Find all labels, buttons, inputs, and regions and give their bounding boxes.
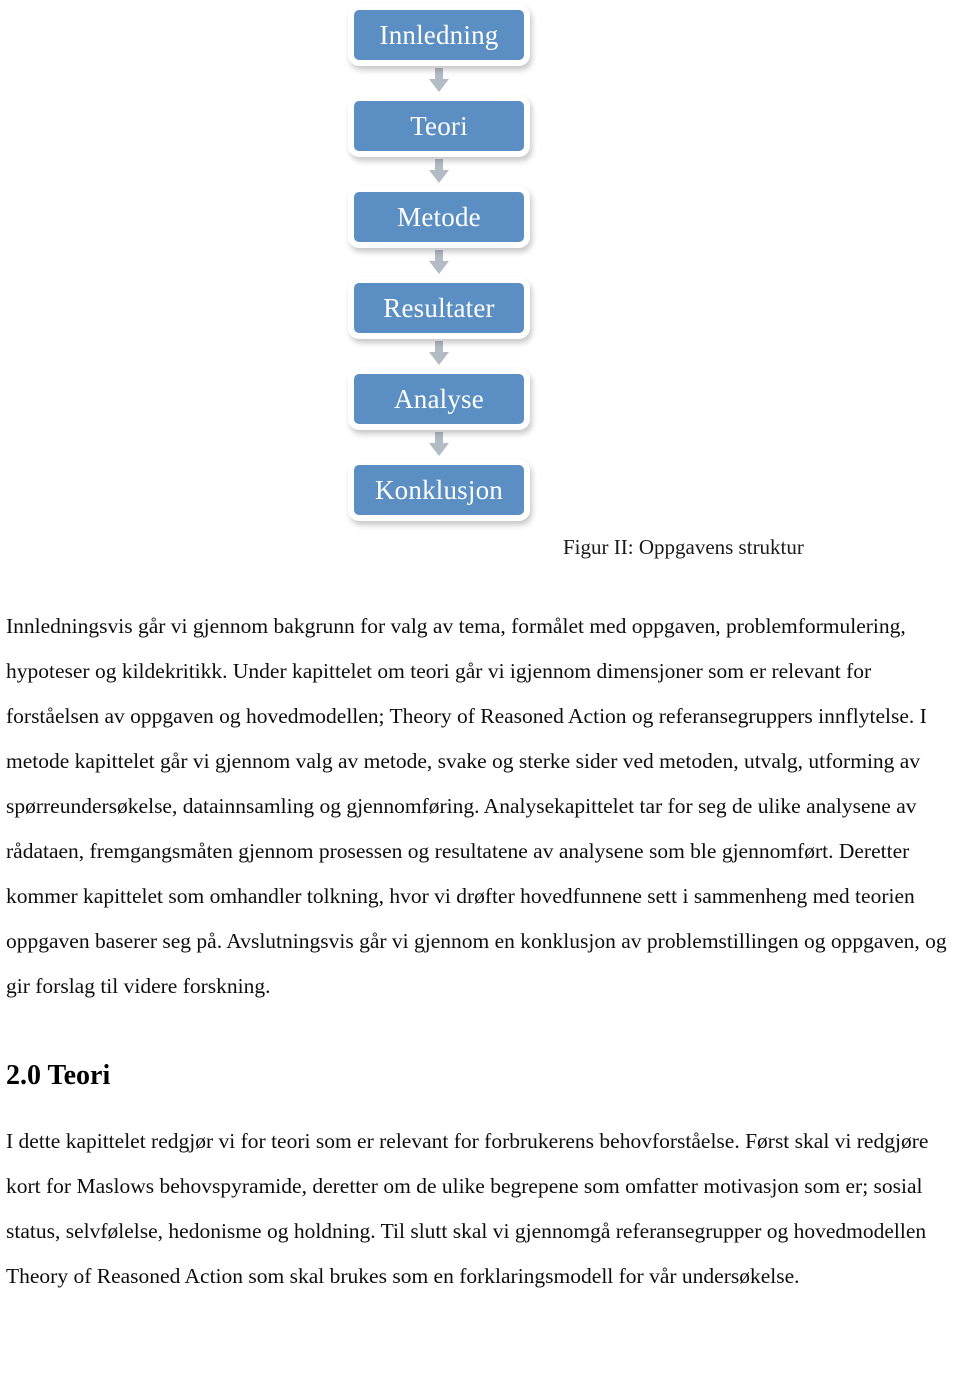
paragraph-teori: I dette kapittelet redgjør vi for teori … bbox=[6, 1128, 929, 1288]
arrow-down-icon bbox=[348, 66, 530, 95]
flow-node-metode: Metode bbox=[348, 186, 530, 248]
flow-node-label: Konklusjon bbox=[374, 474, 503, 505]
flow-node-label: Innledning bbox=[379, 19, 499, 50]
flow-node-teori: Teori bbox=[348, 95, 530, 157]
flow-node-label: Resultater bbox=[383, 292, 495, 323]
figure-caption: Figur II: Oppgavens struktur bbox=[563, 535, 804, 559]
arrow-down-icon bbox=[348, 339, 530, 368]
flow-node-konklusjon: Konklusjon bbox=[348, 459, 530, 521]
flow-node-fill: Konklusjon bbox=[354, 465, 524, 515]
flow-node-fill: Teori bbox=[354, 101, 524, 151]
flow-node-resultater: Resultater bbox=[348, 277, 530, 339]
flow-node-label: Analyse bbox=[394, 383, 484, 414]
flow-node-fill: Analyse bbox=[354, 374, 524, 424]
flow-node-innledning: Innledning bbox=[348, 4, 530, 66]
flow-node-fill: Innledning bbox=[354, 10, 524, 60]
paragraph-introduction: Innledningsvis går vi gjennom bakgrunn f… bbox=[6, 614, 947, 999]
arrow-down-icon bbox=[348, 248, 530, 277]
flow-node-label: Metode bbox=[397, 201, 481, 232]
flow-node-analyse: Analyse bbox=[348, 368, 530, 430]
figure-oppgavens-struktur: Innledning Teori Metode Resultater Analy… bbox=[0, 0, 960, 560]
flow-node-label: Teori bbox=[410, 110, 468, 141]
flow-node-fill: Resultater bbox=[354, 283, 524, 333]
arrow-down-icon bbox=[348, 430, 530, 459]
arrow-down-icon bbox=[348, 157, 530, 186]
section-heading-teori: 2.0 Teori bbox=[6, 1060, 111, 1092]
flow-node-fill: Metode bbox=[354, 192, 524, 242]
flowchart: Innledning Teori Metode Resultater Analy… bbox=[345, 4, 535, 521]
